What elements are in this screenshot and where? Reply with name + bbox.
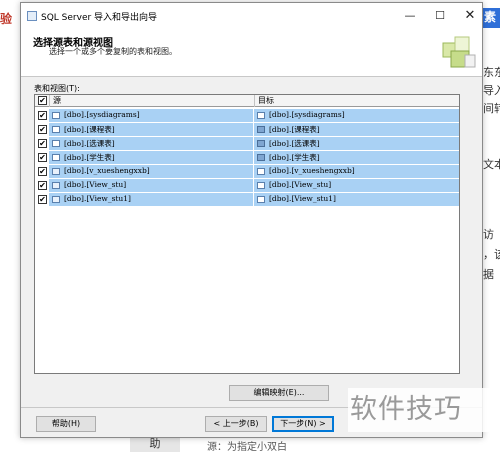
tables-views-grid[interactable]: ✔ 源 目标 ✔ [dbo].[sysdiagrams] [dbo].[sysd… [34, 94, 460, 374]
source-cell[interactable]: [dbo].[选课表] [49, 137, 254, 150]
grid-header: ✔ 源 目标 [35, 95, 459, 107]
source-name: [dbo].[选课表] [64, 139, 115, 148]
source-name: [dbo].[sysdiagrams] [64, 110, 140, 119]
destination-name: [dbo].[v_xueshengxxb] [269, 166, 355, 175]
table-row[interactable]: ✔ [dbo].[View_stu1] [dbo].[View_stu1] [35, 193, 459, 206]
destination-name: [dbo].[学生表] [269, 153, 320, 162]
table-icon [257, 182, 265, 189]
column-header-source[interactable]: 源 [49, 95, 254, 107]
close-button[interactable]: ✕ [459, 7, 481, 25]
destination-cell[interactable]: [dbo].[View_stu1] [254, 193, 459, 206]
watermark-text: 软件技巧 [348, 388, 500, 432]
source-name: [dbo].[学生表] [64, 153, 115, 162]
destination-cell[interactable]: [dbo].[学生表] [254, 151, 459, 164]
view-icon [52, 182, 60, 189]
background-text-right: 间转 [483, 102, 500, 115]
table-icon [257, 112, 265, 119]
destination-cell[interactable]: [dbo].[课程表] [254, 123, 459, 136]
table-row[interactable]: ✔ [dbo].[v_xueshengxxb] [dbo].[v_xueshen… [35, 165, 459, 178]
background-nav-item[interactable]: 助 [130, 436, 180, 452]
background-text-right: 据 [483, 268, 494, 281]
destination-name: [dbo].[View_stu] [269, 180, 332, 189]
source-cell[interactable]: [dbo].[View_stu] [49, 179, 254, 192]
source-cell[interactable]: [dbo].[sysdiagrams] [49, 109, 254, 122]
import-export-wizard-window: SQL Server 导入和导出向导 — ☐ ✕ 选择源表和源视图 选择一个或多… [20, 2, 483, 438]
row-checkbox[interactable]: ✔ [38, 167, 47, 176]
wizard-banner-icon [442, 36, 476, 68]
view-icon [52, 196, 60, 203]
table-icon [52, 140, 60, 147]
background-text-right: ，该 [483, 248, 500, 261]
destination-cell[interactable]: [dbo].[sysdiagrams] [254, 109, 459, 122]
page-subtitle: 选择一个或多个要复制的表和视图。 [49, 47, 177, 56]
column-header-destination[interactable]: 目标 [254, 95, 459, 107]
row-checkbox[interactable]: ✔ [38, 125, 47, 134]
table-icon [52, 154, 60, 161]
source-cell[interactable]: [dbo].[学生表] [49, 151, 254, 164]
next-button[interactable]: 下一步(N) > [272, 416, 334, 432]
background-text-right: 导入 [483, 84, 500, 97]
row-checkbox[interactable]: ✔ [38, 181, 47, 190]
destination-name: [dbo].[课程表] [269, 125, 320, 134]
table-icon [52, 126, 60, 133]
destination-cell[interactable]: [dbo].[v_xueshengxxb] [254, 165, 459, 178]
source-cell[interactable]: [dbo].[v_xueshengxxb] [49, 165, 254, 178]
background-highlight-right: 素 [483, 8, 500, 28]
background-text-right: 访 [483, 228, 494, 241]
table-icon [257, 196, 265, 203]
edit-mapping-button[interactable]: 编辑映射(E)... [229, 385, 329, 401]
table-row[interactable]: ✔ [dbo].[View_stu] [dbo].[View_stu] [35, 179, 459, 192]
row-checkbox[interactable]: ✔ [38, 111, 47, 120]
table-icon [52, 112, 60, 119]
window-title: SQL Server 导入和导出向导 [41, 13, 158, 23]
wizard-header: 选择源表和源视图 选择一个或多个要复制的表和视图。 [21, 29, 482, 77]
source-name: [dbo].[v_xueshengxxb] [64, 166, 150, 175]
help-button[interactable]: 帮助(H) [36, 416, 96, 432]
background-text-left: 验 [0, 12, 13, 26]
table-row[interactable]: ✔ [dbo].[课程表] [dbo].[课程表] [35, 123, 459, 136]
row-checkbox[interactable]: ✔ [38, 139, 47, 148]
source-name: [dbo].[课程表] [64, 125, 115, 134]
background-text-right: 东东 [483, 66, 500, 79]
destination-cell[interactable]: [dbo].[View_stu] [254, 179, 459, 192]
source-cell[interactable]: [dbo].[View_stu1] [49, 193, 254, 206]
select-all-checkbox[interactable]: ✔ [38, 96, 47, 105]
background-text-right: 文本 [483, 158, 500, 171]
app-icon [27, 11, 37, 21]
table-icon [257, 154, 265, 161]
background-text-bottom: 源：为指定小双白 [207, 442, 287, 452]
table-icon [257, 168, 265, 175]
destination-name: [dbo].[View_stu1] [269, 194, 336, 203]
destination-name: [dbo].[选课表] [269, 139, 320, 148]
table-icon [257, 126, 265, 133]
maximize-button[interactable]: ☐ [429, 7, 451, 25]
back-button[interactable]: < 上一步(B) [205, 416, 267, 432]
table-row[interactable]: ✔ [dbo].[学生表] [dbo].[学生表] [35, 151, 459, 164]
source-name: [dbo].[View_stu1] [64, 194, 131, 203]
source-cell[interactable]: [dbo].[课程表] [49, 123, 254, 136]
row-checkbox[interactable]: ✔ [38, 153, 47, 162]
table-row[interactable]: ✔ [dbo].[sysdiagrams] [dbo].[sysdiagrams… [35, 109, 459, 122]
minimize-button[interactable]: — [399, 7, 421, 25]
source-name: [dbo].[View_stu] [64, 180, 127, 189]
row-checkbox[interactable]: ✔ [38, 195, 47, 204]
table-icon [257, 140, 265, 147]
title-bar[interactable]: SQL Server 导入和导出向导 — ☐ ✕ [21, 3, 482, 29]
tables-views-label: 表和视图(T): [34, 84, 80, 93]
destination-name: [dbo].[sysdiagrams] [269, 110, 345, 119]
table-row[interactable]: ✔ [dbo].[选课表] [dbo].[选课表] [35, 137, 459, 150]
view-icon [52, 168, 60, 175]
destination-cell[interactable]: [dbo].[选课表] [254, 137, 459, 150]
